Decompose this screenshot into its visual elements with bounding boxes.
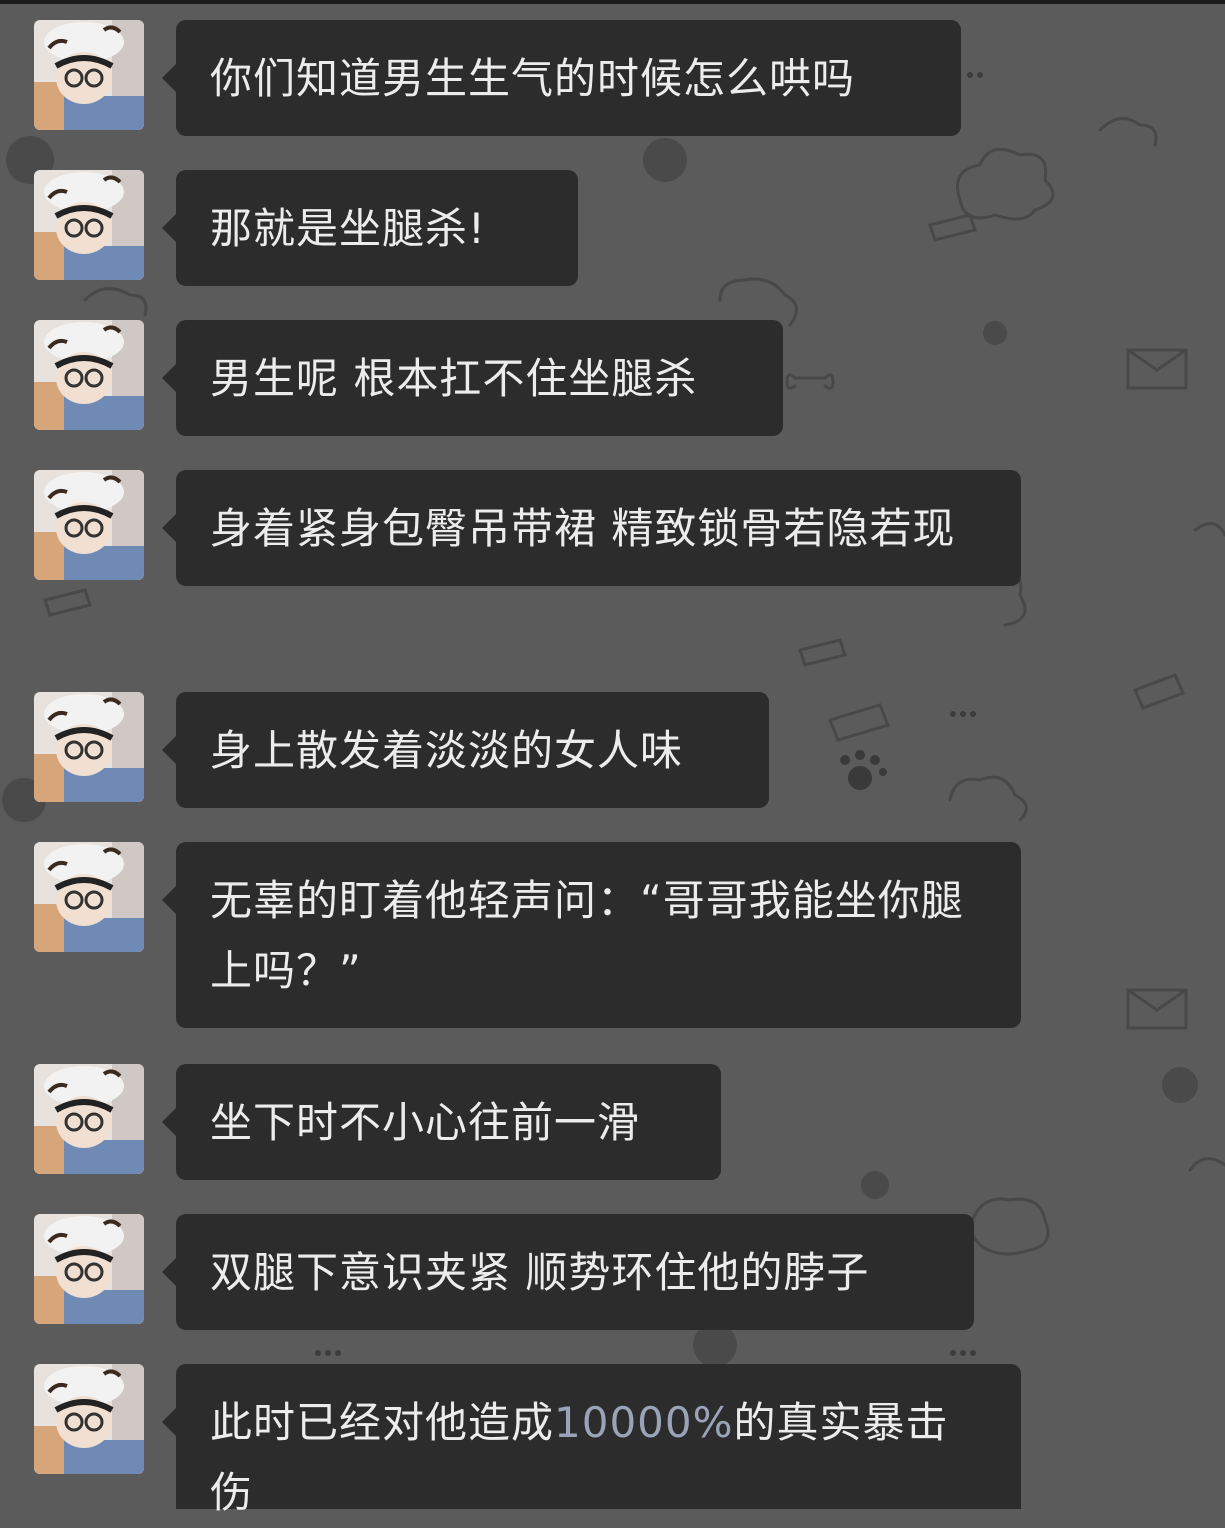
message-text: 男生呢 根本扛不住坐腿杀 <box>210 354 698 403</box>
avatar[interactable] <box>34 1364 144 1474</box>
avatar[interactable] <box>34 170 144 280</box>
envelope-icon <box>43 588 92 617</box>
message-bubble[interactable]: 男生呢 根本扛不住坐腿杀 <box>162 320 783 436</box>
message-bubble[interactable]: 你们知道男生生气的时候怎么哄吗 <box>162 20 961 136</box>
message-text: 身上散发着淡淡的女人味 <box>210 726 684 775</box>
avatar[interactable] <box>34 320 144 430</box>
cloud-doodle-icon <box>1098 117 1158 147</box>
avatar[interactable] <box>34 842 144 952</box>
message-text: 此时已经对他造成 <box>210 1398 555 1447</box>
message-text: 双腿下意识夹紧 顺势环住他的脖子 <box>210 1248 870 1297</box>
avatar[interactable] <box>34 692 144 802</box>
message-bubble[interactable]: 身上散发着淡淡的女人味 <box>162 692 769 808</box>
cloud-doodle-icon <box>956 147 1055 221</box>
striped-ball-doodle-icon <box>1162 1067 1198 1103</box>
bandage-doodle-icon <box>827 703 891 742</box>
bandage-doodle-icon <box>928 213 977 242</box>
avatar[interactable] <box>34 470 144 580</box>
bandage-doodle-icon <box>1132 673 1186 710</box>
avatar[interactable] <box>34 20 144 130</box>
striped-ball-doodle-icon <box>643 138 687 182</box>
bear-doodle-icon <box>718 277 798 327</box>
cloud-doodle-icon <box>1188 1157 1225 1172</box>
bear-doodle-icon <box>969 1197 1050 1256</box>
message-bubble[interactable]: 坐下时不小心往前一滑 <box>162 1064 721 1180</box>
avatar[interactable] <box>34 1214 144 1324</box>
message-text: 无辜的盯着他轻声问：“哥哥我能坐你腿上吗？” <box>210 876 964 995</box>
message-text: 你们知道男生生气的时候怎么哄吗 <box>210 54 856 103</box>
message-bubble[interactable]: 无辜的盯着他轻声问：“哥哥我能坐你腿上吗？” <box>162 842 1021 1028</box>
cloud-doodle-icon <box>83 287 148 317</box>
message-text: 那就是坐腿杀! <box>210 204 486 253</box>
message-bubble[interactable]: 那就是坐腿杀! <box>162 170 578 286</box>
message-highlight-number: 10000% <box>554 1398 734 1447</box>
striped-ball-doodle-icon <box>983 321 1007 345</box>
bone-doodle-icon <box>785 373 835 390</box>
message-bubble[interactable]: 身着紧身包臀吊带裙 精致锁骨若隐若现 <box>162 470 1021 586</box>
striped-ball-doodle-icon <box>861 1171 889 1199</box>
bandage-doodle-icon <box>798 638 847 667</box>
message-text: 身着紧身包臀吊带裙 精致锁骨若隐若现 <box>210 504 956 553</box>
message-text: 坐下时不小心往前一滑 <box>210 1098 641 1147</box>
paw-print-icon <box>840 750 887 790</box>
envelope-icon <box>1126 988 1188 1030</box>
avatar[interactable] <box>34 1064 144 1174</box>
message-bubble[interactable]: 此时已经对他造成10000%的真实暴击伤 <box>162 1364 1021 1517</box>
cloud-doodle-icon <box>1193 522 1225 537</box>
cloud-doodle-icon <box>948 775 1028 822</box>
message-bubble[interactable]: 双腿下意识夹紧 顺势环住他的脖子 <box>162 1214 974 1330</box>
envelope-icon <box>1126 348 1188 390</box>
